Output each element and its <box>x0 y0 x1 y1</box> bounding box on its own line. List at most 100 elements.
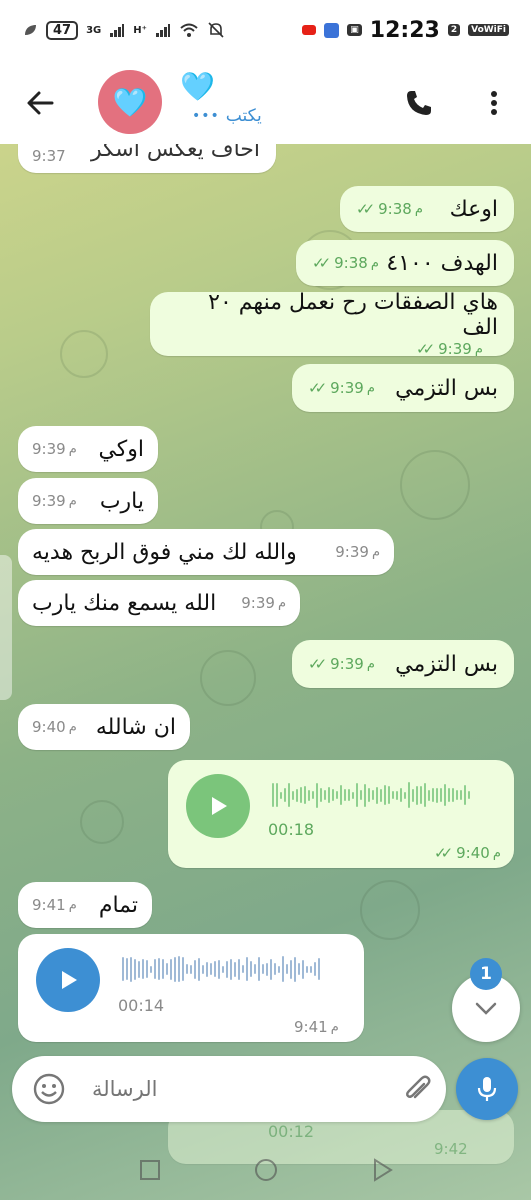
play-button[interactable] <box>186 774 250 838</box>
play-icon <box>212 797 227 815</box>
paperclip-icon[interactable] <box>400 1072 434 1106</box>
waveform-bar <box>284 788 286 802</box>
waveform-bar <box>384 785 386 805</box>
waveform-bar <box>186 964 188 974</box>
waveform-bar <box>416 785 418 805</box>
app-notification-icon <box>324 22 340 38</box>
waveform-bar <box>258 957 260 981</box>
typing-status: يكتب <box>225 106 262 126</box>
waveform-bar <box>428 789 430 801</box>
message-meta: 9:41 م <box>294 1018 339 1036</box>
waveform-bar <box>318 958 320 980</box>
waveform-bar <box>306 965 308 973</box>
audio-waveform[interactable] <box>272 782 470 808</box>
waveform-bar <box>296 788 298 802</box>
voice-duration: 00:18 <box>268 820 315 839</box>
waveform-bar <box>380 788 382 802</box>
waveform-bar <box>452 788 454 802</box>
background-doodle <box>80 800 124 844</box>
message-bubble-incoming[interactable]: 9:39 م اوكي <box>18 426 158 472</box>
phone-icon[interactable] <box>404 88 434 118</box>
message-meta: 9:39 م <box>32 492 77 510</box>
message-meta: 9:39 م <box>32 440 77 458</box>
read-ticks-icon: ✓✓ <box>416 340 435 358</box>
message-bubble-outgoing[interactable]: هاي الصفقات رح نعمل منهم ٢٠ الف ✓✓ 9:39 م <box>150 290 514 358</box>
recents-icon[interactable] <box>137 1157 163 1183</box>
waveform-bar <box>166 963 168 975</box>
message-meta: ✓✓ 9:39 م <box>308 655 375 673</box>
waveform-bar <box>448 788 450 802</box>
audio-waveform[interactable] <box>122 956 320 982</box>
message-bubble-incoming[interactable]: 9:39 م يارب <box>18 478 158 524</box>
message-bubble-outgoing[interactable]: ✓✓ 9:39 م بس التزمي <box>292 640 514 688</box>
message-bubble-outgoing[interactable]: ✓✓ 9:39 م بس التزمي <box>292 364 514 412</box>
side-panel-handle[interactable] <box>0 555 12 700</box>
waveform-bar <box>154 959 156 979</box>
waveform-bar <box>372 790 374 800</box>
microphone-button[interactable] <box>456 1058 518 1120</box>
waveform-bar <box>412 788 414 802</box>
waveform-bar <box>262 964 264 974</box>
message-bubble-outgoing[interactable]: ✓✓ 9:38 م الهدف ٤١٠٠ <box>296 240 514 286</box>
waveform-bar <box>312 791 314 799</box>
waveform-bar <box>436 787 438 803</box>
waveform-bar <box>348 789 350 801</box>
waveform-bar <box>316 782 318 808</box>
waveform-bar <box>122 957 124 981</box>
waveform-bar <box>230 958 232 980</box>
play-button[interactable] <box>36 948 100 1012</box>
contact-name[interactable]: 🩵 <box>180 72 215 102</box>
voice-message-outgoing[interactable]: 00:18 ✓✓ 9:40 م <box>168 760 514 868</box>
waveform-bar <box>198 957 200 981</box>
wifi-icon <box>180 23 198 37</box>
background-doodle <box>400 450 470 520</box>
waveform-bar <box>308 789 310 801</box>
waveform-bar <box>182 957 184 981</box>
avatar[interactable]: 🩵 <box>98 70 162 134</box>
home-icon[interactable] <box>253 1157 279 1183</box>
waveform-bar <box>364 783 366 807</box>
chat-header: 🩵 🩵 ••• يكتب <box>0 60 531 144</box>
heart-icon: 🩵 <box>112 85 148 119</box>
read-ticks-icon: ✓✓ <box>308 655 327 673</box>
waveform-bar <box>250 961 252 977</box>
waveform-bar <box>314 962 316 976</box>
waveform-bar <box>278 965 280 973</box>
message-text: الله يسمع منك يارب <box>32 590 217 616</box>
message-bubble-incoming[interactable]: 9:39 م والله لك مني فوق الربح هديه <box>18 529 394 575</box>
waveform-bar <box>444 784 446 806</box>
waveform-bar <box>298 963 300 975</box>
waveform-bar <box>340 785 342 805</box>
unread-count-badge: 1 <box>470 958 502 990</box>
emoji-icon[interactable] <box>32 1072 66 1106</box>
voice-message-incoming[interactable]: 00:14 9:41 م <box>18 934 364 1042</box>
microphone-icon <box>477 1077 497 1101</box>
signal-icon <box>110 24 125 37</box>
waveform-bar <box>352 791 354 799</box>
message-bubble-incoming[interactable]: 9:39 م الله يسمع منك يارب <box>18 580 300 626</box>
waveform-bar <box>280 791 282 799</box>
play-icon <box>62 971 77 989</box>
waveform-bar <box>468 791 470 799</box>
waveform-bar <box>460 790 462 800</box>
more-vert-icon[interactable] <box>484 88 504 118</box>
back-triangle-icon[interactable] <box>369 1157 395 1183</box>
message-text: بس التزمي <box>395 375 498 401</box>
message-bubble-incoming[interactable]: 9:41 م تمام <box>18 882 152 928</box>
message-bubble-incoming[interactable]: 9:40 م ان شالله <box>18 704 190 750</box>
waveform-bar <box>170 958 172 980</box>
waveform-bar <box>282 956 284 982</box>
waveform-bar <box>138 960 140 978</box>
waveform-bar <box>290 959 292 979</box>
typing-indicator: ••• يكتب <box>192 106 262 126</box>
message-text: بس التزمي <box>395 651 498 677</box>
message-input[interactable] <box>92 1070 352 1108</box>
waveform-bar <box>302 959 304 979</box>
waveform-bar <box>400 788 402 802</box>
message-text: تمام <box>98 892 138 918</box>
waveform-bar <box>456 790 458 800</box>
message-bubble-outgoing[interactable]: ✓✓ 9:38 م اوعك <box>340 186 514 232</box>
waveform-bar <box>464 785 466 805</box>
back-arrow-icon[interactable] <box>24 86 58 120</box>
read-ticks-icon: ✓✓ <box>434 844 453 862</box>
